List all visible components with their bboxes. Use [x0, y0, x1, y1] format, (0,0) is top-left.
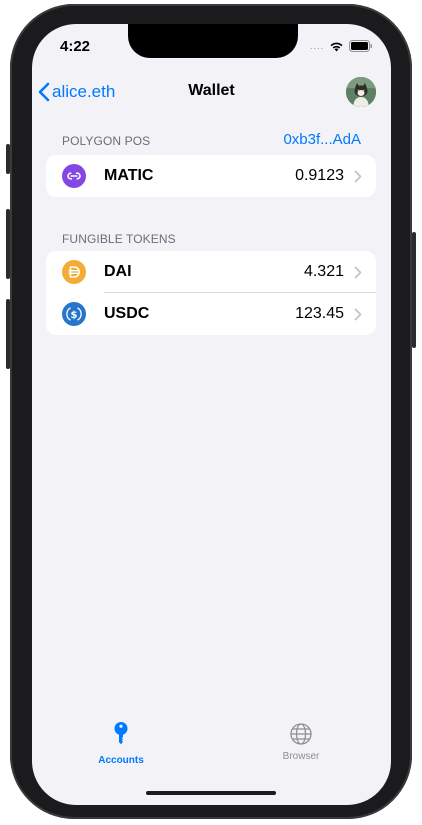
power-button	[412, 232, 416, 348]
app-screen: 4:22 .... alice.eth Wallet POLYGON POS 0…	[32, 24, 391, 805]
usdc-icon: $	[62, 302, 86, 326]
globe-icon	[290, 723, 312, 745]
svg-text:$: $	[71, 310, 78, 321]
tokens-list: DAI 4.321 $ USDC 123.45	[46, 251, 376, 335]
status-time: 4:22	[60, 38, 91, 55]
tokens-section-header: FUNGIBLE TOKENS	[62, 232, 176, 246]
list-item-usdc[interactable]: $ USDC 123.45	[46, 293, 376, 335]
list-item-matic[interactable]: MATIC 0.9123	[46, 155, 376, 197]
list-item-dai[interactable]: DAI 4.321	[46, 251, 376, 293]
volume-up-button	[6, 209, 10, 279]
tab-label: Browser	[282, 751, 320, 762]
asset-symbol: USDC	[104, 305, 150, 322]
chevron-right-icon	[354, 308, 362, 321]
battery-icon	[349, 40, 372, 52]
wifi-icon	[330, 42, 343, 51]
key-icon	[114, 722, 128, 745]
tab-accounts[interactable]: Accounts	[81, 722, 161, 766]
network-assets-list: MATIC 0.9123	[46, 155, 376, 197]
status-indicators: ....	[310, 40, 373, 52]
home-indicator	[146, 791, 276, 795]
matic-icon	[62, 164, 86, 188]
volume-down-button	[6, 299, 10, 369]
mute-switch	[6, 144, 10, 174]
asset-balance: 4.321	[303, 263, 344, 280]
asset-symbol: MATIC	[104, 167, 154, 184]
chevron-right-icon	[354, 170, 362, 183]
tab-browser[interactable]: Browser	[261, 722, 341, 762]
dai-icon	[62, 260, 86, 284]
asset-symbol: DAI	[104, 263, 132, 280]
cellular-signal-icon: ....	[309, 41, 324, 51]
network-section-header: POLYGON POS	[62, 134, 151, 148]
notch	[128, 24, 298, 58]
avatar-image	[346, 77, 376, 107]
profile-avatar[interactable]	[346, 77, 376, 107]
asset-balance: 123.45	[295, 305, 344, 322]
chevron-right-icon	[354, 266, 362, 279]
page-title: Wallet	[188, 82, 235, 99]
asset-balance: 0.9123	[295, 167, 344, 184]
tab-label: Accounts	[98, 755, 144, 766]
wallet-address-link[interactable]: 0xb3f...AdA	[283, 131, 361, 148]
